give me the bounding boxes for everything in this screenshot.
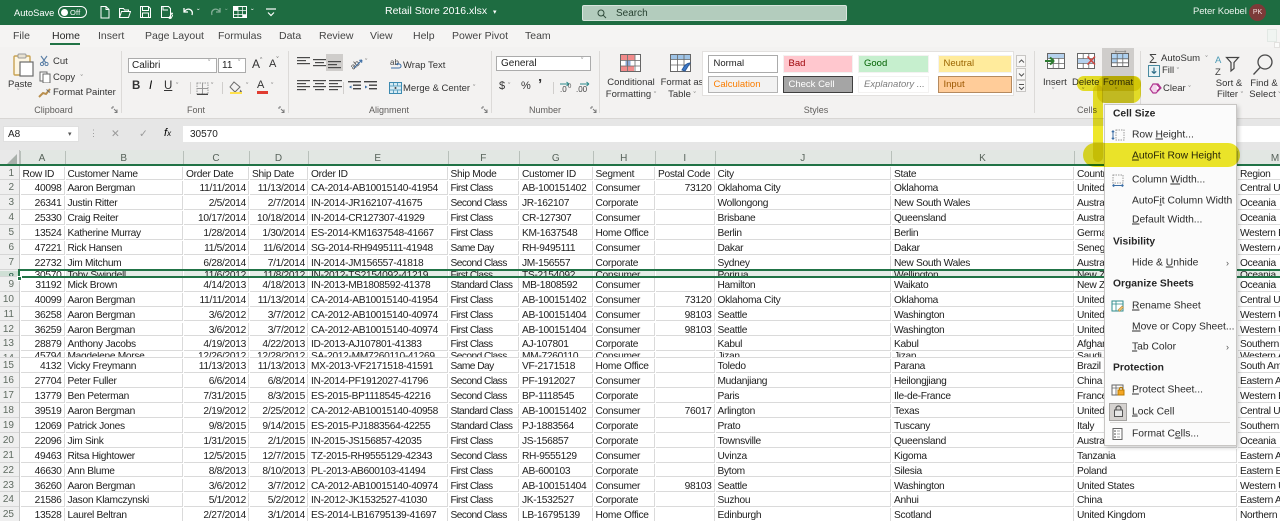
svg-text:Z: Z bbox=[1215, 67, 1221, 77]
svg-text:ab: ab bbox=[350, 58, 362, 70]
svg-text:.00: .00 bbox=[576, 85, 588, 93]
svg-text:.0: .0 bbox=[560, 85, 567, 93]
svg-text:0: 0 bbox=[568, 84, 572, 90]
svg-text:ab: ab bbox=[390, 58, 399, 67]
svg-text:A: A bbox=[1215, 55, 1222, 66]
